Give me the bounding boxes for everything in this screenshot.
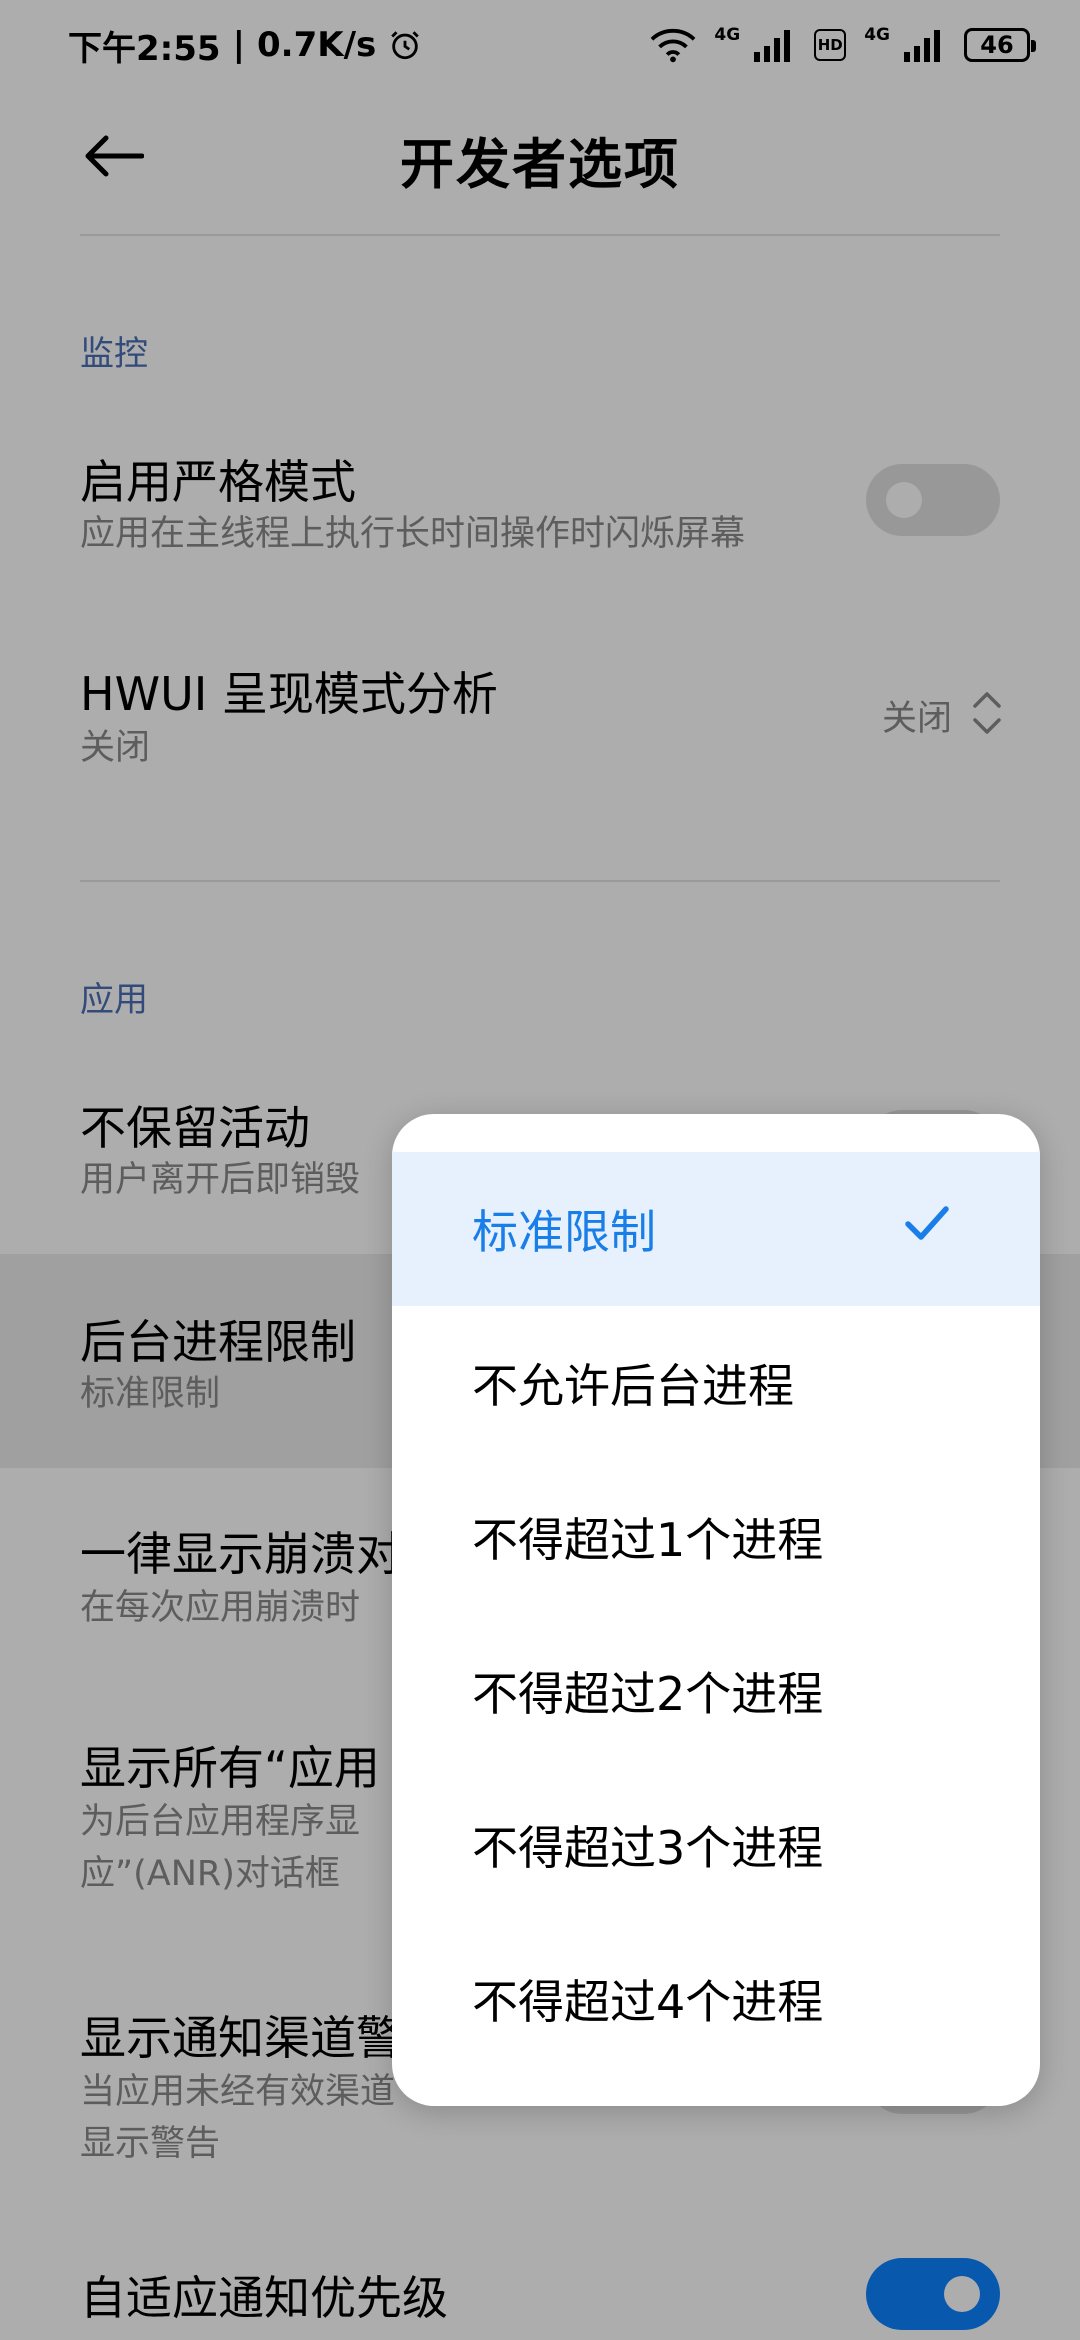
- popup-option-label: 不得超过2个进程: [472, 1667, 824, 1721]
- popup-option-label: 不得超过4个进程: [472, 1975, 824, 2029]
- popup-option-max-4[interactable]: 不得超过4个进程: [392, 1922, 1040, 2076]
- popup-option-label: 标准限制: [472, 1205, 656, 1259]
- popup-option-label: 不允许后台进程: [472, 1359, 794, 1413]
- popup-option-no-bg[interactable]: 不允许后台进程: [392, 1306, 1040, 1460]
- popup-option-label: 不得超过3个进程: [472, 1821, 824, 1875]
- popup-option-label: 不得超过1个进程: [472, 1513, 824, 1567]
- popup-option-max-1[interactable]: 不得超过1个进程: [392, 1460, 1040, 1614]
- popup-option-max-3[interactable]: 不得超过3个进程: [392, 1768, 1040, 1922]
- check-icon: [905, 1206, 949, 1240]
- popup-option-max-2[interactable]: 不得超过2个进程: [392, 1614, 1040, 1768]
- popup-option-standard[interactable]: 标准限制: [392, 1152, 1040, 1306]
- bg-limit-popup: 标准限制 不允许后台进程 不得超过1个进程 不得超过2个进程 不得超过3个进程 …: [392, 1114, 1040, 2106]
